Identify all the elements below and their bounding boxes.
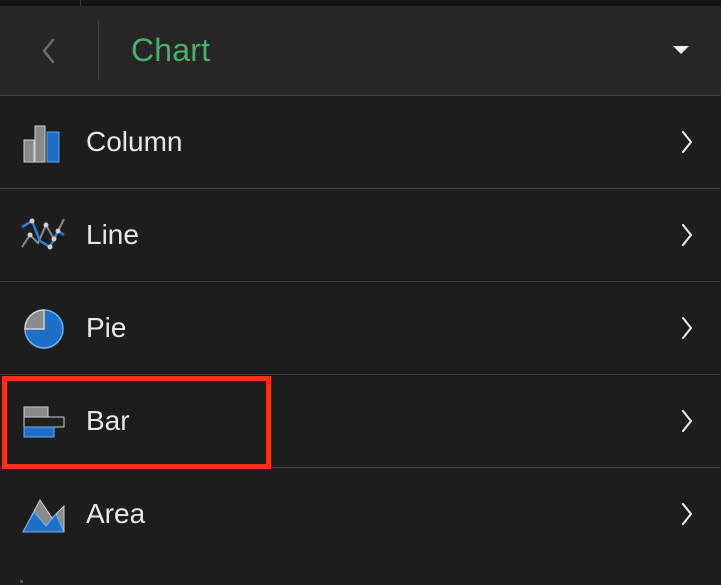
back-button[interactable]: [0, 6, 98, 95]
page-title: Chart: [131, 32, 211, 68]
header-divider: [98, 20, 99, 80]
chevron-right-icon: [679, 501, 695, 527]
menu-dropdown-button[interactable]: [641, 6, 721, 95]
list-item-pie[interactable]: Pie: [0, 282, 721, 375]
bottom-marker: [20, 580, 23, 583]
list-item-label: Pie: [86, 312, 127, 343]
pie-chart-icon: [20, 306, 66, 350]
chevron-right-icon: [679, 222, 695, 248]
list-item-bar[interactable]: Bar: [0, 375, 721, 468]
list-item-area[interactable]: Area: [0, 468, 721, 561]
chart-type-picker: Chart Column Line Pie Bar Area: [0, 0, 721, 585]
line-chart-icon: [20, 213, 66, 257]
list-item-label: Area: [86, 498, 146, 529]
list-item-label: Line: [86, 219, 139, 250]
bar-chart-icon: [20, 399, 66, 443]
chart-type-list: Column Line Pie Bar Area: [0, 96, 721, 561]
list-item-label: Bar: [86, 405, 130, 436]
area-chart-icon: [20, 492, 66, 536]
caret-down-icon: [672, 42, 690, 60]
bottom-strip: [0, 560, 721, 585]
list-item-column[interactable]: Column: [0, 96, 721, 189]
chevron-left-icon: [41, 38, 57, 64]
list-item-label: Column: [86, 126, 183, 157]
list-item-line[interactable]: Line: [0, 189, 721, 282]
chevron-right-icon: [679, 315, 695, 341]
chevron-right-icon: [679, 408, 695, 434]
header-bar: Chart: [0, 6, 721, 96]
column-chart-icon: [20, 120, 66, 164]
chevron-right-icon: [679, 129, 695, 155]
